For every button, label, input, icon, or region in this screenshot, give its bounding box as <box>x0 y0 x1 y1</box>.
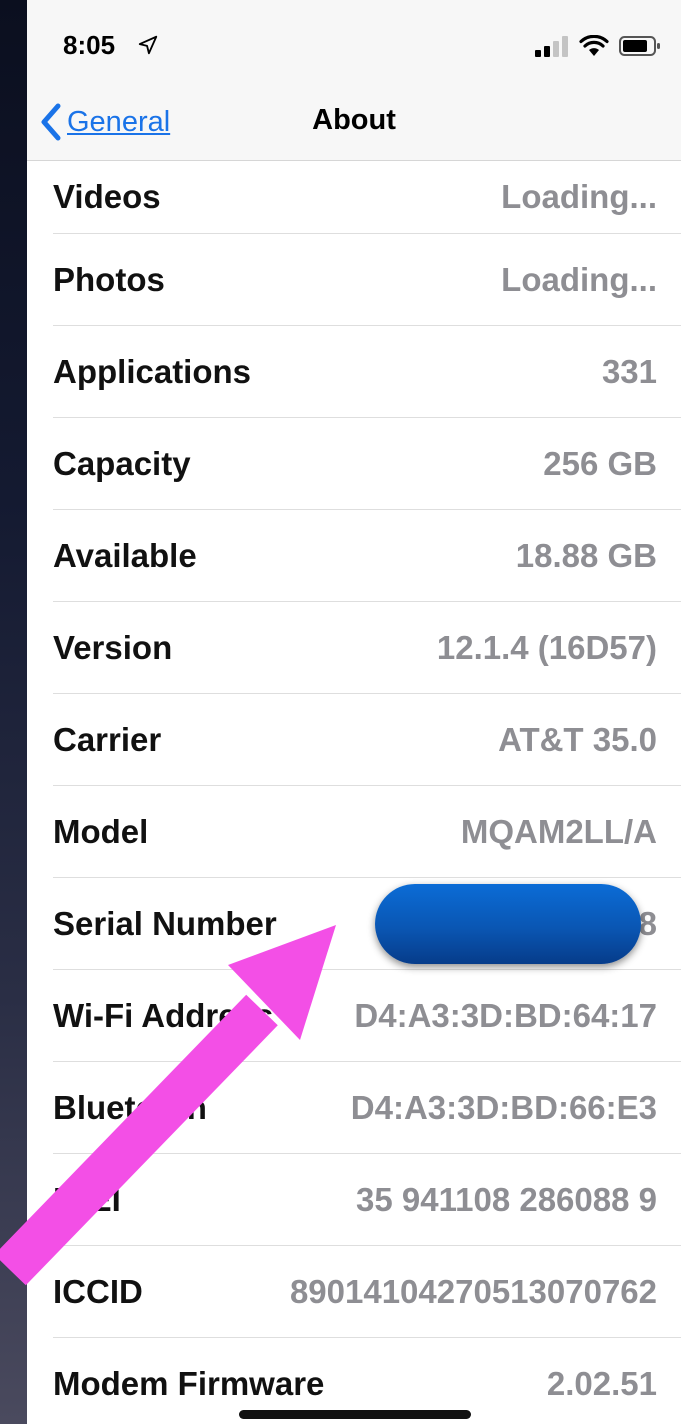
row-label: Bluetooth <box>53 1088 207 1126</box>
row-value: MQAM2LL/A <box>460 812 657 850</box>
row-label: Serial Number <box>53 904 277 942</box>
row-value: 35 941108 286088 9 <box>356 1180 657 1218</box>
row-version: Version 12.1.4 (16D57) <box>53 602 681 694</box>
row-value: Loading... <box>501 177 657 215</box>
row-value: 18.88 GB <box>515 536 657 574</box>
navigation-bar: General About <box>27 92 681 161</box>
row-label: Videos <box>53 177 161 215</box>
row-wifi-address: Wi-Fi Address D4:A3:3D:BD:64:17 <box>53 970 681 1062</box>
row-available: Available 18.88 GB <box>53 510 681 602</box>
status-bar: 8:05 <box>27 0 681 92</box>
row-label: Modem Firmware <box>53 1364 325 1402</box>
row-bluetooth: Bluetooth D4:A3:3D:BD:66:E3 <box>53 1062 681 1154</box>
row-iccid: ICCID 89014104270513070762 <box>53 1246 681 1338</box>
battery-icon <box>619 36 660 56</box>
settings-screen: 8:05 General About Videos Loading... Pho… <box>27 0 681 1424</box>
row-photos: Photos Loading... <box>53 234 681 326</box>
page-title: About <box>312 104 396 136</box>
cellular-signal-icon <box>535 36 568 57</box>
row-capacity: Capacity 256 GB <box>53 418 681 510</box>
row-value: 256 GB <box>543 444 657 482</box>
row-value: Loading... <box>501 260 657 298</box>
row-value: 12.1.4 (16D57) <box>436 628 657 666</box>
status-time: 8:05 <box>63 30 116 60</box>
row-videos: Videos Loading... <box>53 160 681 234</box>
row-imei: IMEI 35 941108 286088 9 <box>53 1154 681 1246</box>
row-label: Wi-Fi Address <box>53 996 274 1034</box>
home-indicator[interactable] <box>239 1410 471 1419</box>
row-value: 89014104270513070762 <box>289 1272 657 1310</box>
row-label: IMEI <box>53 1180 121 1218</box>
row-label: ICCID <box>53 1272 143 1310</box>
row-value: D4:A3:3D:BD:64:17 <box>354 996 657 1034</box>
row-label: Model <box>53 812 149 850</box>
redaction-overlay <box>375 884 641 964</box>
row-label: Available <box>53 536 197 574</box>
row-carrier: Carrier AT&T 35.0 <box>53 694 681 786</box>
row-value: 331 <box>601 352 657 390</box>
row-applications: Applications 331 <box>53 326 681 418</box>
row-label: Version <box>53 628 173 666</box>
row-model[interactable]: Model MQAM2LL/A <box>53 786 681 878</box>
row-value: 2.02.51 <box>546 1364 657 1402</box>
row-label: Photos <box>53 260 165 298</box>
wifi-icon <box>579 35 609 56</box>
status-icons <box>535 34 661 58</box>
row-value: AT&T 35.0 <box>498 720 657 758</box>
row-label: Carrier <box>53 720 162 758</box>
row-label: Capacity <box>53 444 191 482</box>
about-info-list: Videos Loading... Photos Loading... Applic… <box>27 160 681 1424</box>
row-label: Applications <box>53 352 252 390</box>
location-arrow-icon <box>138 35 158 55</box>
row-value: D4:A3:3D:BD:66:E3 <box>350 1088 657 1126</box>
